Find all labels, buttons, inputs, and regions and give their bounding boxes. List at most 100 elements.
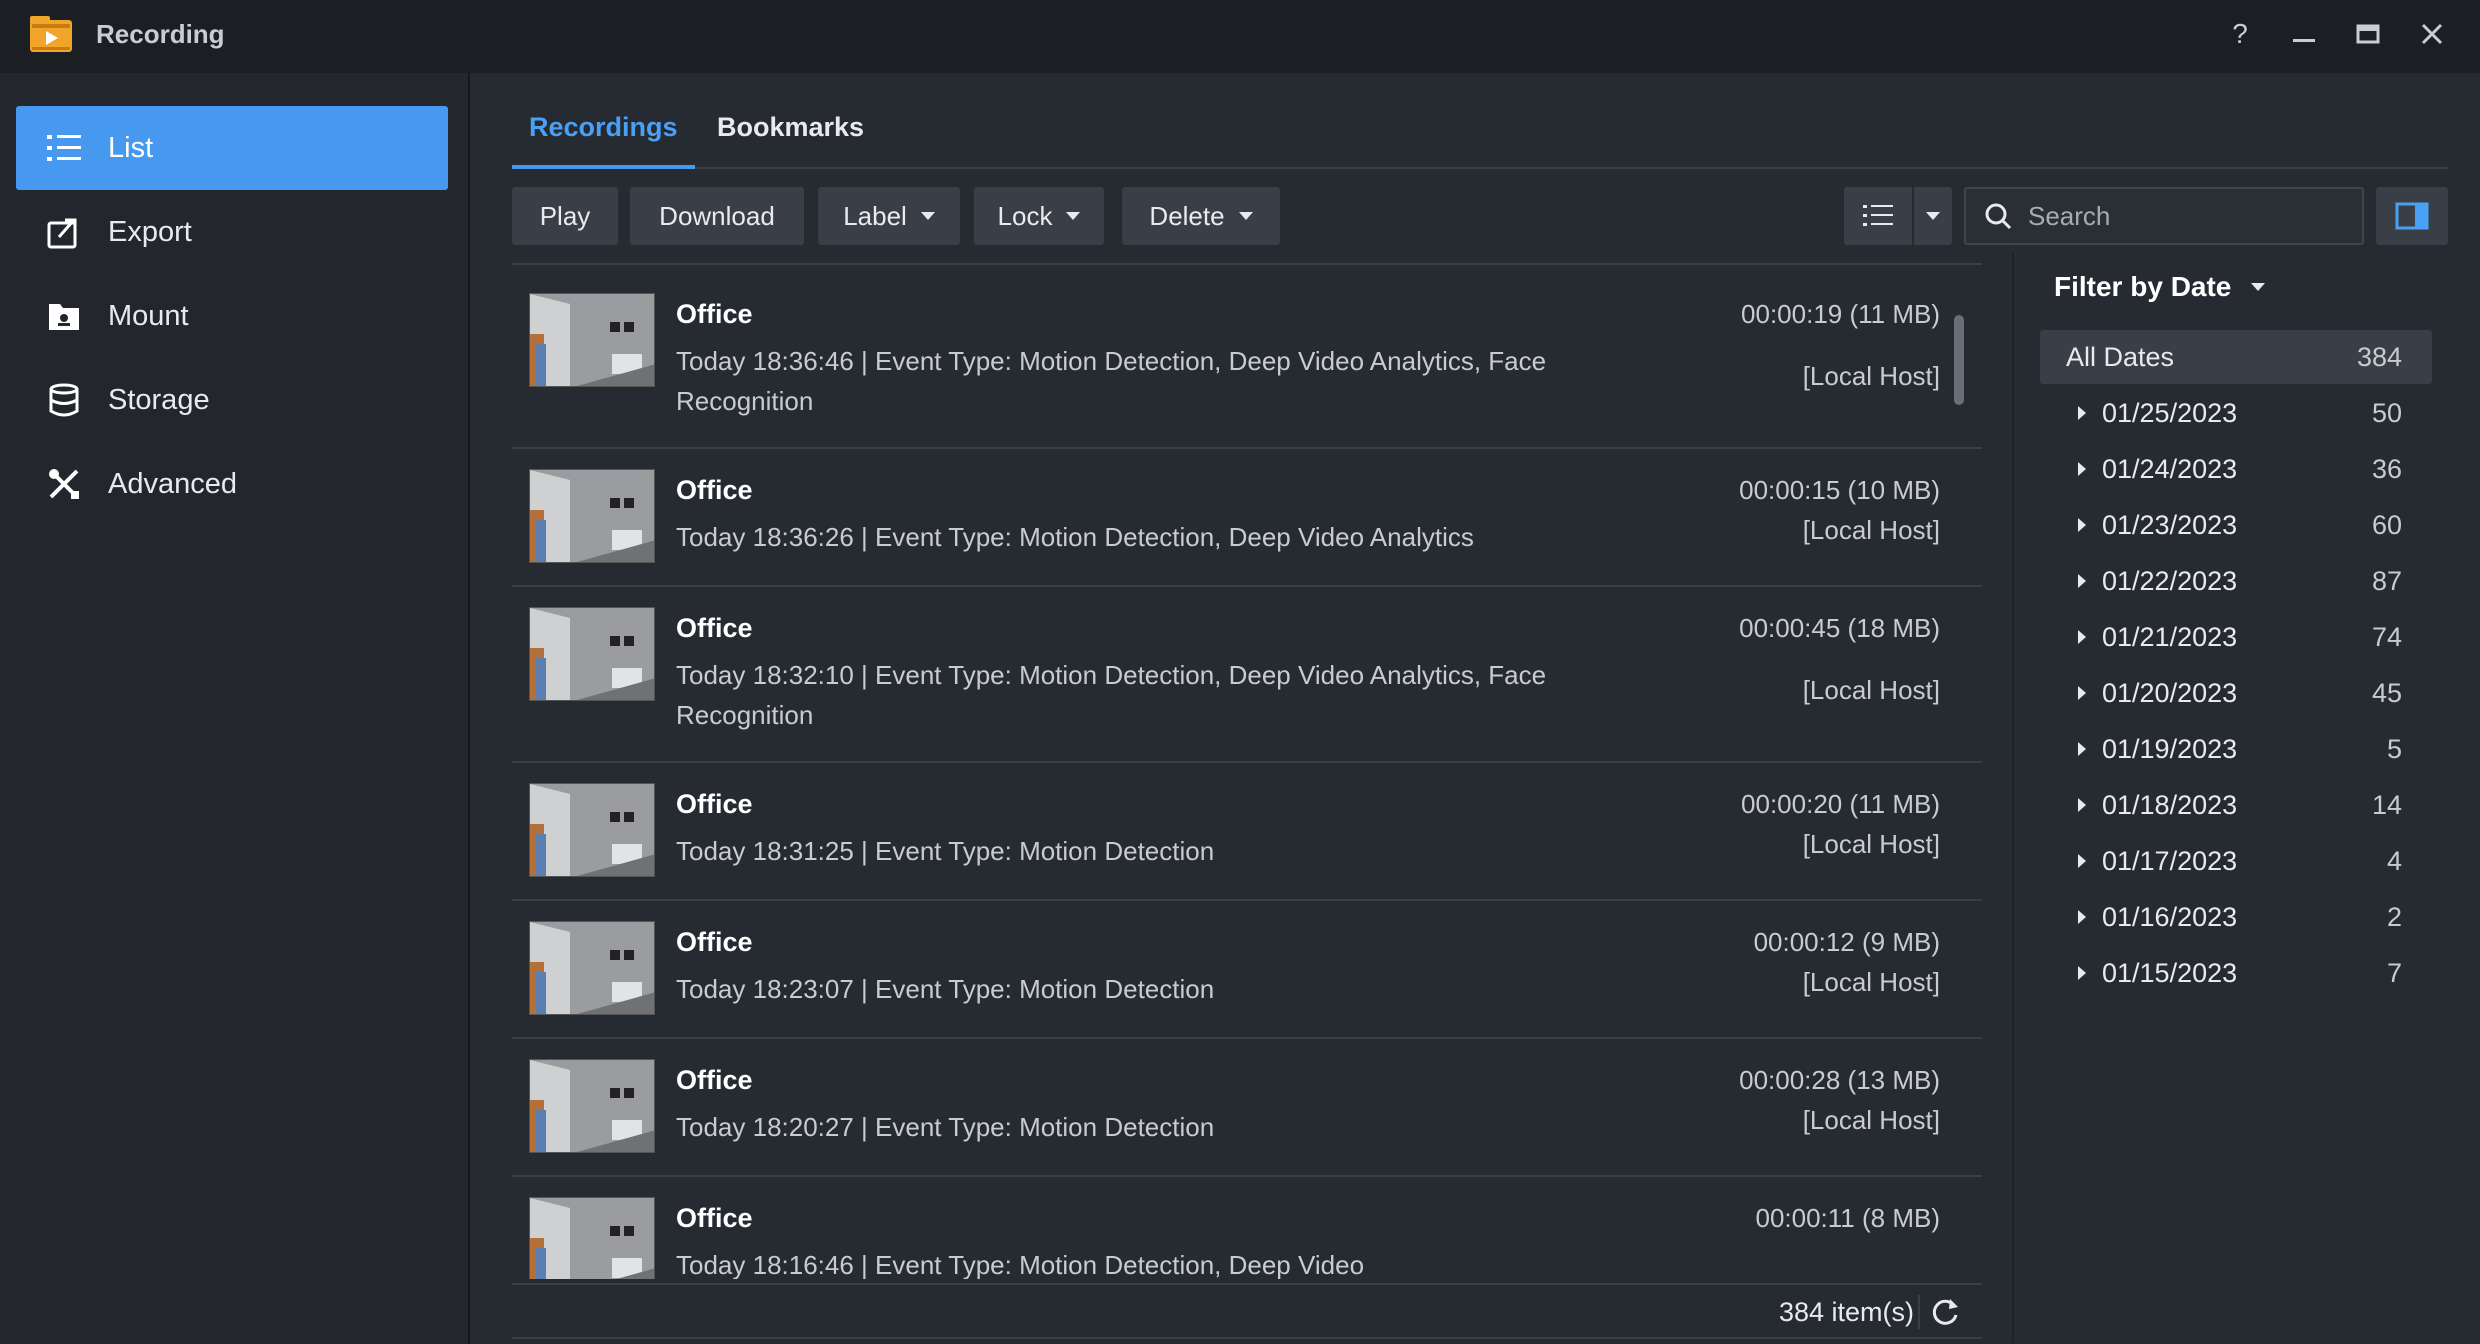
sidebar-item-list[interactable]: List bbox=[16, 106, 448, 190]
expand-arrow-icon[interactable] bbox=[2078, 742, 2086, 756]
sidebar-item-storage[interactable]: Storage bbox=[16, 358, 448, 442]
view-mode-button[interactable] bbox=[1844, 187, 1912, 245]
recording-row[interactable]: Office Today 18:36:26 | Event Type: Motio… bbox=[512, 449, 1982, 587]
date-count: 7 bbox=[2386, 957, 2402, 988]
date-filter-all[interactable]: All Dates 384 bbox=[2040, 330, 2432, 384]
tab-bookmarks[interactable]: Bookmarks bbox=[700, 73, 881, 169]
download-button-label: Download bbox=[659, 200, 775, 231]
recording-title: Office bbox=[676, 927, 753, 957]
delete-button[interactable]: Delete bbox=[1122, 187, 1280, 245]
app-title: Recording bbox=[96, 19, 225, 49]
main-panel: Recordings Bookmarks Play Download Label… bbox=[472, 73, 2480, 1344]
expand-arrow-icon[interactable] bbox=[2078, 406, 2086, 420]
date-count: 50 bbox=[2371, 397, 2402, 428]
date-label: All Dates bbox=[2066, 341, 2175, 372]
recording-host: [Local Host] bbox=[1802, 967, 1940, 997]
search-input[interactable] bbox=[2028, 200, 2348, 232]
sidebar-item-mount[interactable]: Mount bbox=[16, 274, 448, 358]
expand-arrow-icon[interactable] bbox=[2078, 854, 2086, 868]
expand-arrow-icon[interactable] bbox=[2078, 630, 2086, 644]
export-icon bbox=[46, 214, 82, 250]
recording-title: Office bbox=[676, 1203, 753, 1233]
date-count: 87 bbox=[2371, 565, 2402, 596]
date-count: 45 bbox=[2371, 677, 2402, 708]
recording-row[interactable]: Office Today 18:31:25 | Event Type: Motio… bbox=[512, 763, 1982, 901]
lock-button[interactable]: Lock bbox=[974, 187, 1104, 245]
list-scrollbar[interactable] bbox=[1954, 315, 1964, 405]
search-field[interactable] bbox=[1964, 187, 2364, 245]
date-label: 01/20/2023 bbox=[2102, 677, 2238, 708]
recording-row[interactable]: Office Today 18:20:27 | Event Type: Motio… bbox=[512, 1039, 1982, 1177]
sidebar-item-export[interactable]: Export bbox=[16, 190, 448, 274]
expand-arrow-icon[interactable] bbox=[2078, 462, 2086, 476]
date-label: 01/18/2023 bbox=[2102, 789, 2238, 820]
maximize-icon[interactable] bbox=[2348, 14, 2388, 54]
status-bar: 384 item(s) bbox=[512, 1283, 1982, 1339]
recording-duration: 00:00:45 (18 MB) bbox=[1739, 613, 1940, 643]
recording-row[interactable]: Office Today 18:32:10 | Event Type: Motio… bbox=[512, 587, 1982, 763]
date-filter-item[interactable]: 01/15/2023 7 bbox=[2040, 946, 2432, 1000]
date-count: 5 bbox=[2386, 733, 2402, 764]
refresh-icon[interactable] bbox=[1928, 1295, 1962, 1329]
date-filter-item[interactable]: 01/24/2023 36 bbox=[2040, 442, 2432, 496]
recording-description: Today 18:16:46 | Event Type: Motion Dete… bbox=[676, 1250, 1365, 1279]
list-view-icon bbox=[1863, 205, 1893, 226]
date-count: 36 bbox=[2371, 453, 2402, 484]
play-button[interactable]: Play bbox=[512, 187, 618, 245]
recording-host: [Local Host] bbox=[1802, 1105, 1940, 1135]
date-label: 01/15/2023 bbox=[2102, 957, 2238, 988]
recording-description: Today 18:32:10 | Event Type: Motion Dete… bbox=[676, 660, 1547, 730]
expand-arrow-icon[interactable] bbox=[2078, 686, 2086, 700]
recording-row[interactable]: Office Today 18:16:46 | Event Type: Motio… bbox=[512, 1177, 1982, 1279]
recording-thumbnail bbox=[529, 921, 655, 1015]
recording-row[interactable]: Office Today 18:36:46 | Event Type: Motio… bbox=[512, 273, 1982, 449]
minimize-icon[interactable] bbox=[2284, 14, 2324, 54]
tab-recordings[interactable]: Recordings bbox=[512, 73, 695, 169]
label-button[interactable]: Label bbox=[818, 187, 960, 245]
date-filter-item[interactable]: 01/25/2023 50 bbox=[2040, 386, 2432, 440]
close-icon[interactable] bbox=[2412, 14, 2452, 54]
recording-duration: 00:00:19 (11 MB) bbox=[1741, 299, 1940, 329]
filter-by-date-dropdown[interactable]: Filter by Date bbox=[2054, 271, 2266, 303]
recording-duration: 00:00:28 (13 MB) bbox=[1739, 1065, 1940, 1095]
date-label: 01/16/2023 bbox=[2102, 901, 2238, 932]
expand-arrow-icon[interactable] bbox=[2078, 966, 2086, 980]
recording-description: Today 18:23:07 | Event Type: Motion Dete… bbox=[676, 974, 1215, 1004]
date-filter-item[interactable]: 01/16/2023 2 bbox=[2040, 890, 2432, 944]
date-label: 01/22/2023 bbox=[2102, 565, 2238, 596]
date-filter-item[interactable]: 01/18/2023 14 bbox=[2040, 778, 2432, 832]
recording-duration: 00:00:11 (8 MB) bbox=[1755, 1203, 1940, 1233]
list-icon bbox=[46, 130, 82, 166]
sidebar-item-advanced[interactable]: Advanced bbox=[16, 442, 448, 526]
date-count: 60 bbox=[2371, 509, 2402, 540]
date-filter-item[interactable]: 01/22/2023 87 bbox=[2040, 554, 2432, 608]
tab-bar: Recordings Bookmarks bbox=[512, 73, 2448, 169]
expand-arrow-icon[interactable] bbox=[2078, 574, 2086, 588]
tools-icon bbox=[46, 466, 82, 502]
recording-title: Office bbox=[676, 613, 753, 643]
recording-app-icon bbox=[30, 16, 72, 52]
date-filter-item[interactable]: 01/17/2023 4 bbox=[2040, 834, 2432, 888]
view-mode-dropdown[interactable] bbox=[1914, 187, 1952, 245]
toggle-side-panel-button[interactable] bbox=[2376, 187, 2448, 245]
date-filter-item[interactable]: 01/21/2023 74 bbox=[2040, 610, 2432, 664]
divider bbox=[512, 263, 1982, 265]
recording-row[interactable]: Office Today 18:23:07 | Event Type: Motio… bbox=[512, 901, 1982, 1039]
recording-host: [Local Host] bbox=[1802, 829, 1940, 859]
side-panel-icon bbox=[2395, 202, 2429, 230]
date-label: 01/25/2023 bbox=[2102, 397, 2238, 428]
help-icon[interactable]: ? bbox=[2220, 14, 2260, 54]
expand-arrow-icon[interactable] bbox=[2078, 798, 2086, 812]
date-filter-item[interactable]: 01/19/2023 5 bbox=[2040, 722, 2432, 776]
recording-duration: 00:00:20 (11 MB) bbox=[1741, 789, 1940, 819]
expand-arrow-icon[interactable] bbox=[2078, 910, 2086, 924]
date-filter-item[interactable]: 01/20/2023 45 bbox=[2040, 666, 2432, 720]
sidebar-item-label: Export bbox=[108, 215, 192, 248]
date-filter-item[interactable]: 01/23/2023 60 bbox=[2040, 498, 2432, 552]
expand-arrow-icon[interactable] bbox=[2078, 518, 2086, 532]
recording-host: [Local Host] bbox=[1802, 675, 1940, 705]
recording-thumbnail bbox=[529, 783, 655, 877]
chevron-down-icon bbox=[920, 212, 935, 220]
title-bar: Recording ? bbox=[0, 0, 2480, 73]
download-button[interactable]: Download bbox=[630, 187, 804, 245]
